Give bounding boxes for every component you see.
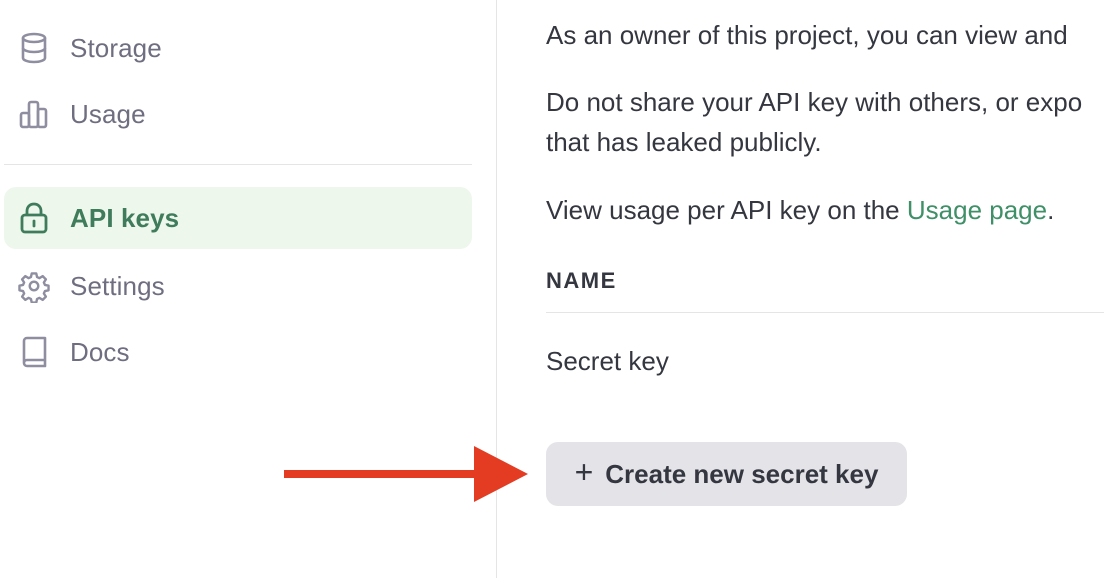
table-row: Secret key (546, 346, 669, 376)
sidebar-item-label: Storage (70, 32, 162, 63)
create-secret-key-button[interactable]: + Create new secret key (546, 442, 907, 506)
sidebar-item-label: API keys (70, 202, 180, 233)
security-warning-line1: Do not share your API key with others, o… (546, 87, 1083, 117)
table-header-name: NAME (546, 268, 617, 293)
usage-hint: View usage per API key on the Usage page… (546, 190, 1054, 230)
usage-hint-prefix: View usage per API key on the (546, 195, 907, 225)
usage-hint-suffix: . (1047, 195, 1055, 225)
usage-page-link[interactable]: Usage page (907, 195, 1047, 225)
owner-description: As an owner of this project, you can vie… (546, 20, 1068, 50)
annotation-arrow-icon (284, 446, 528, 502)
main-content: As an owner of this project, you can vie… (546, 0, 1104, 578)
sidebar-item-label: Usage (70, 98, 146, 129)
table-header-divider (546, 312, 1104, 313)
database-icon (18, 32, 50, 64)
sidebar-item-api-keys[interactable]: API keys (4, 187, 472, 249)
sidebar-item-storage[interactable]: Storage (4, 17, 472, 79)
sidebar-item-label: Settings (70, 270, 165, 301)
gear-icon (18, 270, 50, 303)
sidebar-item-usage[interactable]: Usage (4, 83, 472, 145)
sidebar-item-label: Docs (70, 336, 130, 367)
create-secret-key-label: Create new secret key (605, 458, 879, 489)
plus-icon: + (574, 454, 594, 490)
security-warning-line2: that has leaked publicly. (546, 127, 822, 157)
sidebar-item-settings[interactable]: Settings (4, 255, 472, 317)
bar-chart-icon (18, 98, 50, 130)
lock-icon (18, 202, 50, 234)
page: Storage Usage API keys Settings Docs As … (0, 0, 1104, 578)
sidebar-item-docs[interactable]: Docs (4, 321, 472, 383)
sidebar-divider (4, 164, 472, 165)
book-icon (18, 336, 50, 368)
